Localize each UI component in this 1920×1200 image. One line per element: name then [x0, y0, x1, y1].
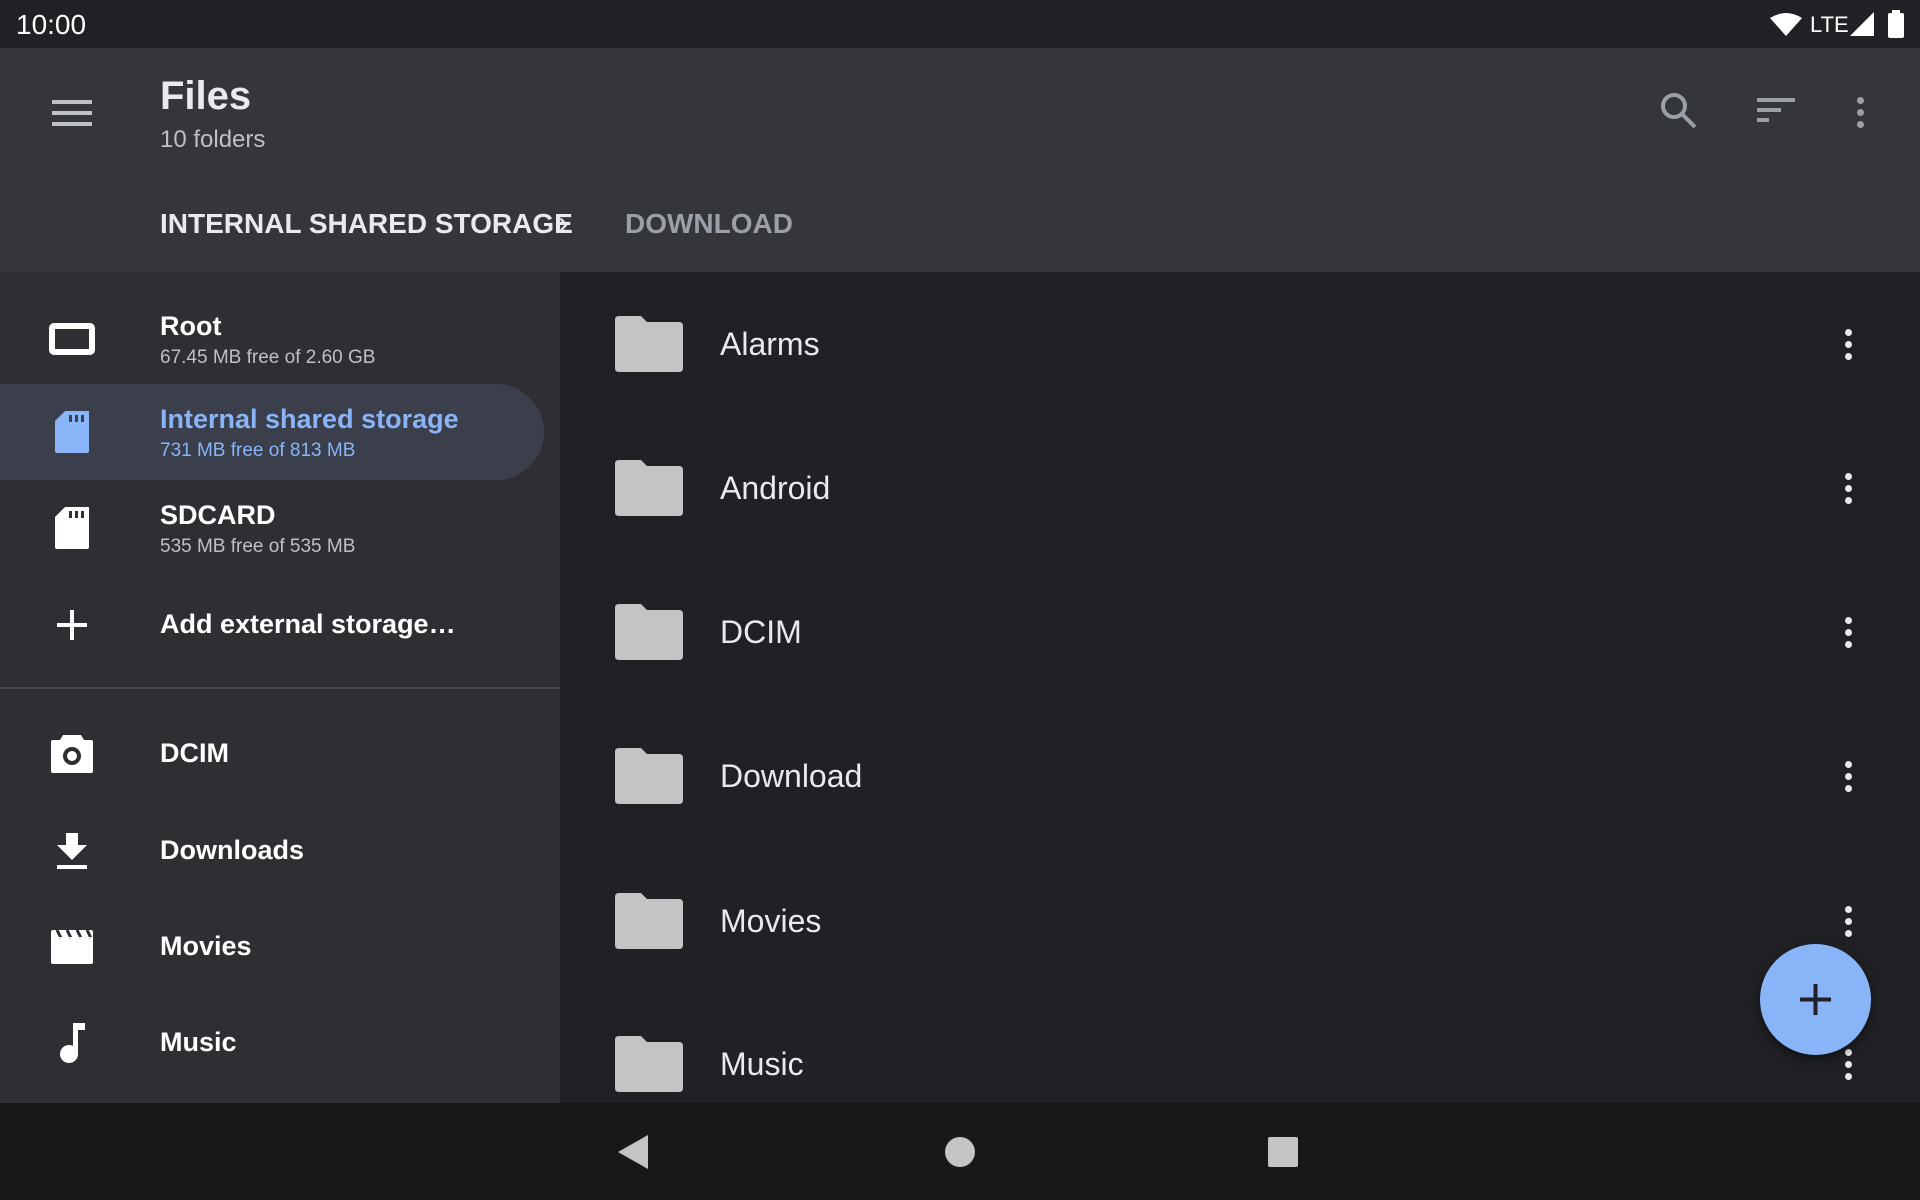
sidebar-item-subtitle: 535 MB free of 535 MB	[160, 536, 356, 557]
plus-icon	[1800, 984, 1831, 1015]
breadcrumb-download[interactable]: DOWNLOAD	[625, 208, 793, 240]
page-title: Files	[160, 74, 252, 118]
folder-icon	[615, 1036, 683, 1092]
sidebar-item-label: Downloads	[160, 835, 305, 865]
sidebar-item-label: Movies	[160, 931, 252, 961]
clock: 10:00	[16, 9, 87, 40]
folder-icon	[615, 604, 683, 660]
sidebar-item-label: Music	[160, 1027, 237, 1057]
sidebar-item-label: Root	[160, 311, 222, 341]
sidebar-item-add-external-storage[interactable]: Add external storage…	[0, 577, 544, 673]
more-vert-icon[interactable]	[1832, 752, 1864, 800]
sidebar-item-root[interactable]: Root 67.45 MB free of 2.60 GB	[0, 291, 544, 387]
app-bar: Files 10 folders INTERNAL SHARED STORAGE…	[0, 48, 1920, 272]
more-options-icon[interactable]	[1844, 88, 1876, 136]
movie-icon	[48, 923, 96, 971]
sidebar-item-dcim[interactable]: DCIM	[0, 706, 544, 802]
sidebar-item-sdcard[interactable]: SDCARD 535 MB free of 535 MB	[0, 480, 544, 576]
sidebar-item-label: DCIM	[160, 738, 229, 768]
signal-icon	[1850, 12, 1874, 36]
sidebar-item-subtitle: 731 MB free of 813 MB	[160, 440, 356, 461]
search-icon[interactable]	[1660, 92, 1698, 130]
status-bar: 10:00 LTE	[0, 0, 1920, 48]
network-type: LTE	[1810, 12, 1849, 37]
sidebar: Root 67.45 MB free of 2.60 GB Internal s…	[0, 272, 560, 1103]
breadcrumb-internal-storage[interactable]: INTERNAL SHARED STORAGE	[160, 208, 573, 240]
folder-name: Movies	[720, 903, 822, 939]
sort-icon[interactable]	[1757, 98, 1795, 124]
wifi-icon	[1770, 13, 1802, 36]
folder-list: Alarms Android DCIM Download Movies Musi…	[560, 272, 1920, 1103]
sidebar-item-downloads[interactable]: Downloads	[0, 803, 544, 899]
recents-icon[interactable]	[1268, 1137, 1298, 1167]
plus-icon	[48, 601, 96, 649]
folder-name: Download	[720, 758, 863, 794]
folder-row-music[interactable]: Music	[560, 992, 1920, 1103]
folder-icon	[615, 316, 683, 372]
folder-row-dcim[interactable]: DCIM	[560, 560, 1920, 704]
home-icon[interactable]	[945, 1137, 975, 1167]
more-vert-icon[interactable]	[1832, 608, 1864, 656]
sidebar-item-label: SDCARD	[160, 500, 276, 530]
sidebar-item-subtitle: 67.45 MB free of 2.60 GB	[160, 347, 376, 368]
folder-row-download[interactable]: Download	[560, 704, 1920, 848]
folder-count: 10 folders	[160, 126, 266, 153]
folder-icon	[615, 748, 683, 804]
sidebar-item-internal-storage[interactable]: Internal shared storage 731 MB free of 8…	[0, 384, 544, 480]
more-vert-icon[interactable]	[1832, 897, 1864, 945]
music-note-icon	[48, 1019, 96, 1067]
folder-row-alarms[interactable]: Alarms	[560, 272, 1920, 416]
sidebar-item-music[interactable]: Music	[0, 995, 544, 1091]
menu-icon[interactable]	[52, 100, 92, 126]
folder-icon	[615, 460, 683, 516]
sd-card-icon	[48, 504, 96, 552]
sidebar-item-label: Internal shared storage	[160, 404, 459, 434]
folder-name: Alarms	[720, 326, 820, 362]
battery-icon	[1888, 10, 1904, 38]
folder-name: DCIM	[720, 614, 802, 650]
chevron-right-icon: ›	[558, 204, 569, 240]
folder-icon	[615, 893, 683, 949]
back-icon[interactable]	[618, 1135, 648, 1169]
folder-row-android[interactable]: Android	[560, 416, 1920, 560]
download-icon	[48, 827, 96, 875]
camera-icon	[48, 730, 96, 778]
folder-row-movies[interactable]: Movies	[560, 849, 1920, 993]
sidebar-item-label: Add external storage…	[160, 609, 456, 639]
sd-card-icon	[48, 408, 96, 456]
create-button[interactable]	[1760, 944, 1871, 1055]
sidebar-item-movies[interactable]: Movies	[0, 899, 544, 995]
more-vert-icon[interactable]	[1832, 320, 1864, 368]
folder-name: Music	[720, 1046, 804, 1082]
device-icon	[48, 315, 96, 363]
folder-name: Android	[720, 470, 831, 506]
divider	[0, 687, 560, 689]
more-vert-icon[interactable]	[1832, 464, 1864, 512]
navigation-bar	[0, 1103, 1920, 1200]
